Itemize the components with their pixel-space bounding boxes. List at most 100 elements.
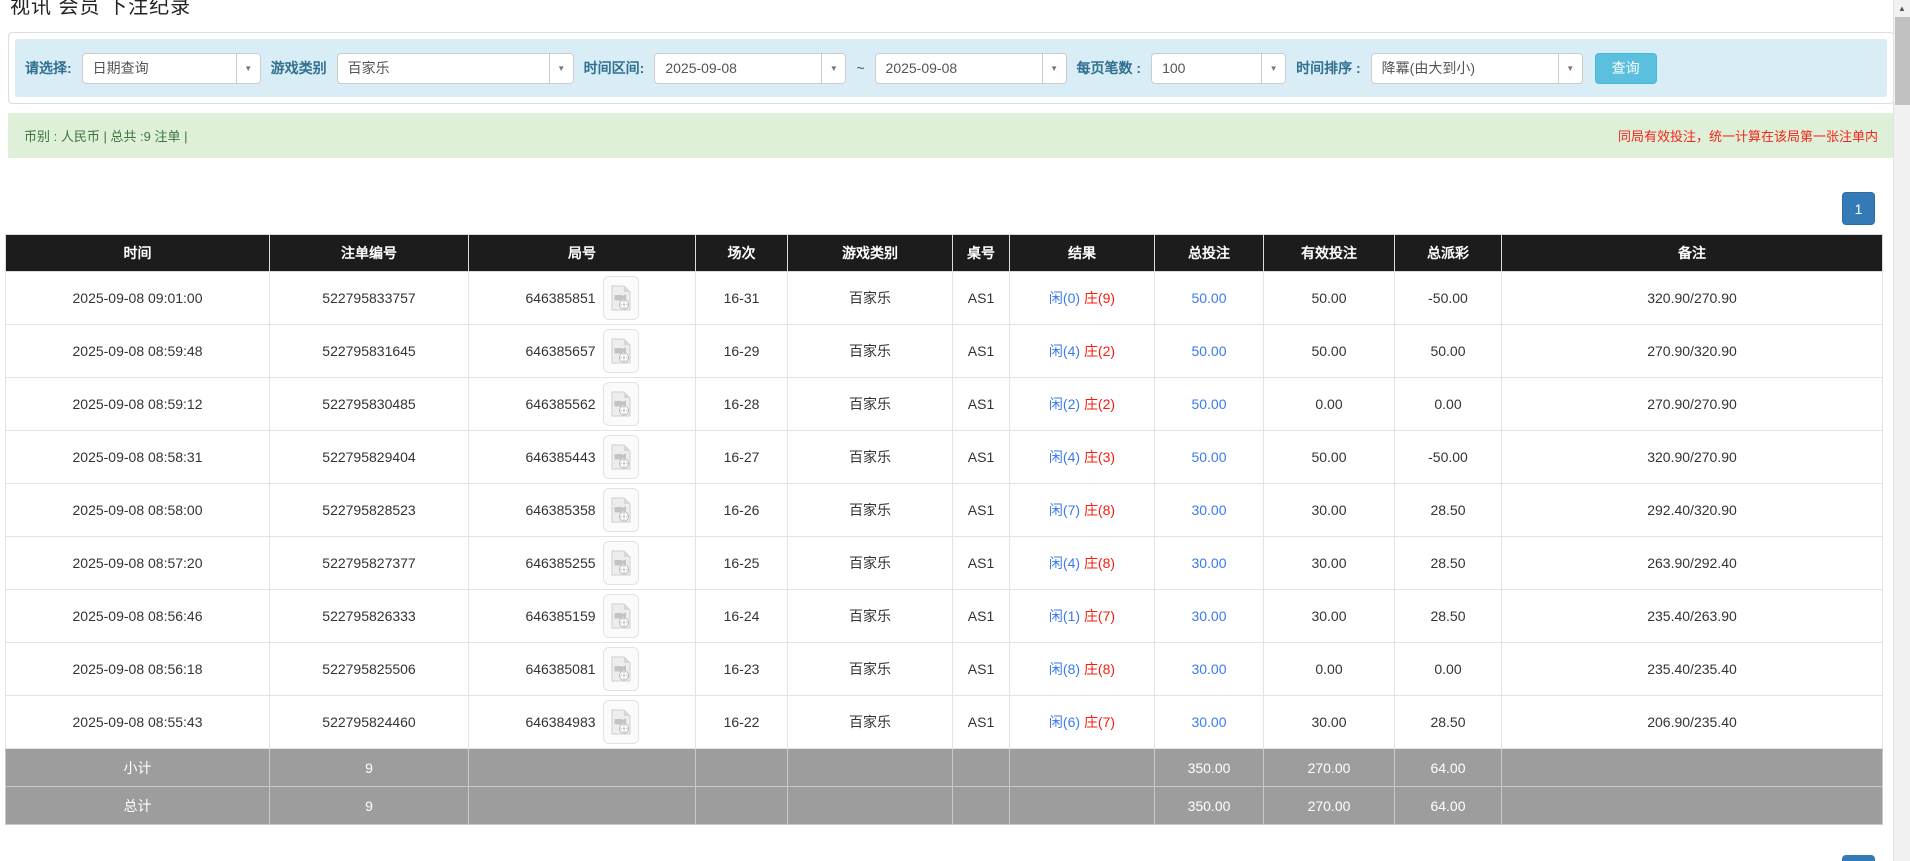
cell-total-bet[interactable]: 50.00 xyxy=(1155,378,1264,431)
game-category-select[interactable]: 百家乐 ▼ xyxy=(337,53,574,84)
time-sort-value: 降冪(由大到小) xyxy=(1372,54,1558,83)
result-player-text: 闲(4) xyxy=(1049,555,1080,571)
cell-round-no: 646384983 xyxy=(469,696,696,749)
video-replay-button[interactable] xyxy=(603,329,639,373)
cell-payout: 28.50 xyxy=(1395,590,1502,643)
round-no-group: 646384983 xyxy=(525,700,638,744)
cell-total-bet[interactable]: 30.00 xyxy=(1155,484,1264,537)
time-sort-select[interactable]: 降冪(由大到小) ▼ xyxy=(1371,53,1583,84)
cell-time: 2025-09-08 08:59:48 xyxy=(6,325,270,378)
cell-total-bet[interactable]: 50.00 xyxy=(1155,431,1264,484)
cell-table-no: AS1 xyxy=(953,272,1010,325)
video-replay-button[interactable] xyxy=(603,488,639,532)
pagination-page-1-button[interactable]: 1 xyxy=(1842,192,1875,225)
result-banker-text: 庄(8) xyxy=(1084,555,1115,571)
table-row: 2025-09-08 08:59:12522795830485646385562… xyxy=(6,378,1883,431)
result-player-text: 闲(8) xyxy=(1049,661,1080,677)
video-replay-button[interactable] xyxy=(603,541,639,585)
total-bet-link[interactable]: 30.00 xyxy=(1191,661,1226,677)
cell-total-bet[interactable]: 50.00 xyxy=(1155,272,1264,325)
cell-total-bet[interactable]: 30.00 xyxy=(1155,643,1264,696)
video-replay-button[interactable] xyxy=(603,382,639,426)
cell-payout: -50.00 xyxy=(1395,272,1502,325)
column-header: 桌号 xyxy=(953,235,1010,272)
cell-time: 2025-09-08 09:01:00 xyxy=(6,272,270,325)
video-replay-button[interactable] xyxy=(603,276,639,320)
video-record-icon xyxy=(611,444,631,470)
round-no-group: 646385657 xyxy=(525,329,638,373)
subtotal-row: 小计9350.00270.0064.00 xyxy=(6,749,1883,787)
cell-remark: 263.90/292.40 xyxy=(1502,537,1883,590)
total-bet-link[interactable]: 50.00 xyxy=(1191,290,1226,306)
footer-payout: 64.00 xyxy=(1395,787,1502,825)
date-range-separator: ~ xyxy=(856,60,864,76)
footer-empty xyxy=(1502,787,1883,825)
table-row: 2025-09-08 08:57:20522795827377646385255… xyxy=(6,537,1883,590)
video-replay-button[interactable] xyxy=(603,594,639,638)
cell-round-no: 646385443 xyxy=(469,431,696,484)
cell-payout: -50.00 xyxy=(1395,431,1502,484)
date-from-input[interactable]: 2025-09-08 ▼ xyxy=(654,53,846,84)
result-player-text: 闲(1) xyxy=(1049,608,1080,624)
caret-down-icon: ▼ xyxy=(236,54,260,83)
cell-table-no: AS1 xyxy=(953,643,1010,696)
result-player-text: 闲(4) xyxy=(1049,449,1080,465)
total-bet-link[interactable]: 30.00 xyxy=(1191,502,1226,518)
footer-empty xyxy=(788,787,953,825)
cell-result: 闲(1) 庄(7) xyxy=(1010,590,1155,643)
footer-total-bet: 350.00 xyxy=(1155,787,1264,825)
filter-panel: 请选择: 日期查询 ▼ 游戏类别 百家乐 ▼ 时间区间: 2025-09-08 … xyxy=(8,32,1894,104)
betting-records-table: 时间注单编号局号场次游戏类别桌号结果总投注有效投注总派彩备注 2025-09-0… xyxy=(5,234,1883,825)
page-size-select[interactable]: 100 ▼ xyxy=(1151,53,1286,84)
result-banker-text: 庄(7) xyxy=(1084,608,1115,624)
round-no-text: 646385255 xyxy=(525,555,595,571)
video-replay-button[interactable] xyxy=(603,700,639,744)
total-bet-link[interactable]: 30.00 xyxy=(1191,714,1226,730)
total-bet-link[interactable]: 50.00 xyxy=(1191,343,1226,359)
cell-session: 16-26 xyxy=(696,484,788,537)
cell-time: 2025-09-08 08:56:46 xyxy=(6,590,270,643)
grand-total-row: 总计9350.00270.0064.00 xyxy=(6,787,1883,825)
cell-session: 16-25 xyxy=(696,537,788,590)
cell-bet-no: 522795826333 xyxy=(270,590,469,643)
table-header-row: 时间注单编号局号场次游戏类别桌号结果总投注有效投注总派彩备注 xyxy=(6,235,1883,272)
cell-bet-no: 522795829404 xyxy=(270,431,469,484)
video-replay-button[interactable] xyxy=(603,647,639,691)
round-no-text: 646385562 xyxy=(525,396,595,412)
video-replay-button[interactable] xyxy=(603,435,639,479)
pagination-bottom-button-partial[interactable] xyxy=(1842,855,1875,861)
total-bet-link[interactable]: 30.00 xyxy=(1191,555,1226,571)
footer-empty xyxy=(469,787,696,825)
cell-result: 闲(0) 庄(9) xyxy=(1010,272,1155,325)
cell-session: 16-24 xyxy=(696,590,788,643)
cell-total-bet[interactable]: 30.00 xyxy=(1155,537,1264,590)
round-no-text: 646385657 xyxy=(525,343,595,359)
cell-valid-bet: 30.00 xyxy=(1264,590,1395,643)
total-bet-link[interactable]: 50.00 xyxy=(1191,396,1226,412)
cell-valid-bet: 50.00 xyxy=(1264,325,1395,378)
table-row: 2025-09-08 09:01:00522795833757646385851… xyxy=(6,272,1883,325)
caret-down-icon: ▼ xyxy=(1261,54,1285,83)
cell-time: 2025-09-08 08:56:18 xyxy=(6,643,270,696)
same-round-notice-text: 同局有效投注，统一计算在该局第一张注单内 xyxy=(1618,126,1878,145)
scrollbar-thumb[interactable] xyxy=(1895,17,1910,105)
cell-payout: 50.00 xyxy=(1395,325,1502,378)
cell-total-bet[interactable]: 50.00 xyxy=(1155,325,1264,378)
cell-remark: 320.90/270.90 xyxy=(1502,431,1883,484)
cell-total-bet[interactable]: 30.00 xyxy=(1155,696,1264,749)
cell-round-no: 646385851 xyxy=(469,272,696,325)
query-type-select[interactable]: 日期查询 ▼ xyxy=(82,53,261,84)
caret-down-icon: ▼ xyxy=(549,54,573,83)
scroll-up-icon[interactable]: ▲ xyxy=(1894,0,1910,17)
footer-empty xyxy=(1502,749,1883,787)
cell-remark: 270.90/270.90 xyxy=(1502,378,1883,431)
table-row: 2025-09-08 08:55:43522795824460646384983… xyxy=(6,696,1883,749)
total-bet-link[interactable]: 50.00 xyxy=(1191,449,1226,465)
vertical-scrollbar[interactable]: ▲ xyxy=(1893,0,1910,861)
total-bet-link[interactable]: 30.00 xyxy=(1191,608,1226,624)
cell-time: 2025-09-08 08:58:00 xyxy=(6,484,270,537)
search-button[interactable]: 查询 xyxy=(1595,53,1657,84)
cell-time: 2025-09-08 08:59:12 xyxy=(6,378,270,431)
date-to-input[interactable]: 2025-09-08 ▼ xyxy=(875,53,1067,84)
cell-total-bet[interactable]: 30.00 xyxy=(1155,590,1264,643)
